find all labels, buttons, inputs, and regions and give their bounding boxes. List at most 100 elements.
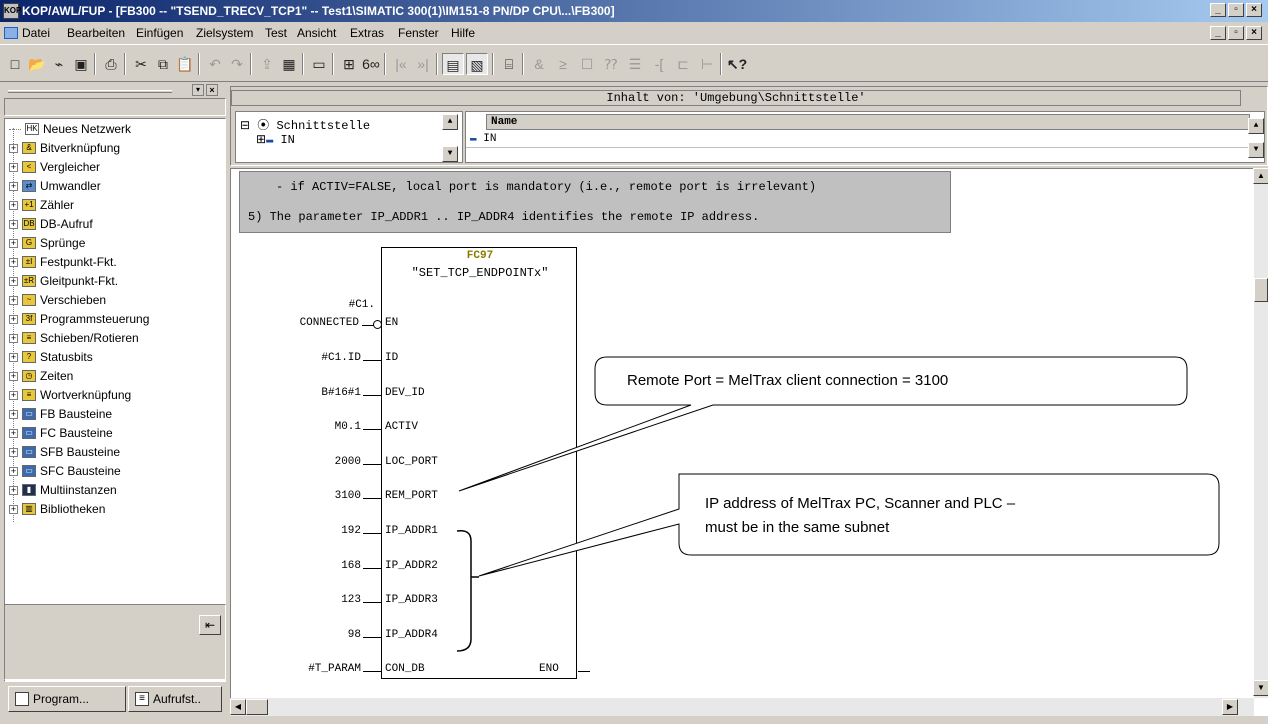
menu-datei[interactable]: Datei bbox=[22, 26, 50, 40]
tree-item-fc-bausteine[interactable]: + ▭ FC Bausteine bbox=[9, 424, 113, 442]
expand-icon[interactable]: + bbox=[9, 314, 18, 324]
expand-icon[interactable]: + bbox=[9, 504, 18, 514]
expand-icon[interactable]: + bbox=[9, 409, 18, 419]
expand-icon[interactable]: + bbox=[9, 219, 18, 229]
expand-icon[interactable]: + bbox=[9, 390, 18, 400]
grid-scroll-down-button[interactable]: ▼ bbox=[1248, 142, 1264, 158]
menu-bearbeiten[interactable]: Bearbeiten bbox=[67, 26, 125, 40]
coil-icon[interactable]: -[ bbox=[648, 53, 670, 75]
redo-icon[interactable]: ↷ bbox=[226, 53, 248, 75]
hscroll-thumb[interactable] bbox=[246, 699, 268, 715]
panel-search-box[interactable] bbox=[4, 98, 226, 116]
expand-icon[interactable]: + bbox=[9, 238, 18, 248]
branch-icon[interactable]: ⁇ bbox=[600, 53, 622, 75]
cut-icon[interactable]: ✂ bbox=[130, 53, 152, 75]
tree-node-schnittstelle[interactable]: ⊟ ⦿ Schnittstelle bbox=[240, 116, 370, 133]
scroll-right-arrow[interactable]: ▶ bbox=[1222, 699, 1238, 715]
expand-icon[interactable]: + bbox=[9, 162, 18, 172]
tree-item-verschieben[interactable]: + ~ Verschieben bbox=[9, 291, 106, 309]
tree-item-gleitpunkt[interactable]: + ±R Gleitpunkt-Fkt. bbox=[9, 272, 118, 290]
tree-item-vergleicher[interactable]: + < Vergleicher bbox=[9, 158, 100, 176]
tab-call-structure[interactable]: ≡ Aufrufst.. bbox=[128, 686, 222, 712]
prev-network-icon[interactable]: |« bbox=[390, 53, 412, 75]
horizontal-scrollbar[interactable]: ◀ ▶ bbox=[230, 698, 1254, 716]
network-icon[interactable]: ⌸ bbox=[498, 53, 520, 75]
open-branch-icon[interactable]: ☰ bbox=[624, 53, 646, 75]
tree-item-wortverknuepfung[interactable]: + ≡ Wortverknüpfung bbox=[9, 386, 131, 404]
monitor-icon[interactable]: ⊞ bbox=[338, 53, 360, 75]
details-icon[interactable]: ▧ bbox=[466, 53, 488, 75]
expand-icon[interactable]: + bbox=[9, 181, 18, 191]
code-editor[interactable]: - if ACTIV=FALSE, local port is mandator… bbox=[230, 168, 1268, 716]
menu-test[interactable]: Test bbox=[265, 26, 287, 40]
tree-item-zaehler[interactable]: + +1 Zähler bbox=[9, 196, 74, 214]
tree-item-bibliotheken[interactable]: + ▥ Bibliotheken bbox=[9, 500, 105, 518]
and-box-icon[interactable]: & bbox=[528, 53, 550, 75]
info-toggle-button[interactable]: ⇤ bbox=[199, 615, 221, 635]
doc-minimize-button[interactable]: _ bbox=[1210, 26, 1226, 40]
minimize-button[interactable]: _ bbox=[1210, 3, 1226, 17]
scroll-down-arrow[interactable]: ▼ bbox=[1253, 680, 1268, 696]
expand-icon[interactable]: + bbox=[9, 371, 18, 381]
new-icon[interactable]: □ bbox=[4, 53, 26, 75]
paste-icon[interactable]: 📋 bbox=[174, 53, 196, 75]
app-icon[interactable]: KOP bbox=[3, 3, 21, 19]
print-icon[interactable]: ⎙ bbox=[100, 53, 122, 75]
expand-icon[interactable]: + bbox=[9, 200, 18, 210]
vertical-scrollbar[interactable]: ▲ ▼ bbox=[1253, 168, 1268, 698]
undo-icon[interactable]: ↶ bbox=[204, 53, 226, 75]
online-offline-icon[interactable]: ▭ bbox=[308, 53, 330, 75]
restore-button[interactable]: ▫ bbox=[1228, 3, 1244, 17]
expand-icon[interactable]: + bbox=[9, 143, 18, 153]
tree-item-programmsteuerung[interactable]: +3f Programmsteuerung bbox=[9, 310, 149, 328]
tree-item-festpunkt[interactable]: + ±I Festpunkt-Fkt. bbox=[9, 253, 117, 271]
tree-item-schieben-rotieren[interactable]: + ≡ Schieben/Rotieren bbox=[9, 329, 139, 347]
tree-item-multiinstanzen[interactable]: + ▮ Multiinstanzen bbox=[9, 481, 117, 499]
close-button[interactable]: × bbox=[1246, 3, 1262, 17]
menu-fenster[interactable]: Fenster bbox=[398, 26, 439, 40]
tree-item-sfb-bausteine[interactable]: + ▭ SFB Bausteine bbox=[9, 443, 120, 461]
expand-icon[interactable]: + bbox=[9, 447, 18, 457]
tree-item-umwandler[interactable]: + ⇄ Umwandler bbox=[9, 177, 101, 195]
tree-item-statusbits[interactable]: +? Statusbits bbox=[9, 348, 93, 366]
doc-close-button[interactable]: × bbox=[1246, 26, 1262, 40]
menu-ansicht[interactable]: Ansicht bbox=[297, 26, 336, 40]
help-icon[interactable]: ↖? bbox=[726, 53, 748, 75]
expand-icon[interactable]: + bbox=[9, 257, 18, 267]
tree-item-zeiten[interactable]: + ◷ Zeiten bbox=[9, 367, 73, 385]
save-icon[interactable]: ▣ bbox=[70, 53, 92, 75]
expand-icon[interactable]: + bbox=[9, 295, 18, 305]
expand-icon[interactable]: + bbox=[9, 276, 18, 286]
overview-icon[interactable]: ▤ bbox=[442, 53, 464, 75]
load-icon[interactable]: ⇪ bbox=[256, 53, 278, 75]
menu-zielsystem[interactable]: Zielsystem bbox=[196, 26, 253, 40]
panel-close-button[interactable]: × bbox=[206, 84, 218, 96]
tree-item-sfc-bausteine[interactable]: + ▭ SFC Bausteine bbox=[9, 462, 121, 480]
tree-item-fb-bausteine[interactable]: + ▭ FB Bausteine bbox=[9, 405, 112, 423]
expand-icon[interactable]: + bbox=[9, 352, 18, 362]
document-icon[interactable] bbox=[4, 27, 18, 39]
grid-row-in[interactable]: ▬ IN bbox=[466, 132, 1252, 148]
tree-item-spruenge[interactable]: + G Sprünge bbox=[9, 234, 85, 252]
accessible-nodes-icon[interactable]: ⌁ bbox=[48, 53, 70, 75]
empty-box-icon[interactable]: ☐ bbox=[576, 53, 598, 75]
tab-program-elements[interactable]: Program... bbox=[8, 686, 126, 712]
scroll-left-arrow[interactable]: ◀ bbox=[230, 699, 246, 715]
scroll-down-button[interactable]: ▼ bbox=[442, 146, 458, 162]
tree-item-db-aufruf[interactable]: + DB DB-Aufruf bbox=[9, 215, 93, 233]
scroll-thumb[interactable] bbox=[1254, 278, 1268, 302]
grid-scroll-up-button[interactable]: ▲ bbox=[1248, 118, 1264, 134]
panel-dock-button[interactable]: ▾ bbox=[192, 84, 204, 96]
menu-einfuegen[interactable]: Einfügen bbox=[136, 26, 183, 40]
or-box-icon[interactable]: ≥ bbox=[552, 53, 574, 75]
expand-icon[interactable]: + bbox=[9, 428, 18, 438]
menu-extras[interactable]: Extras bbox=[350, 26, 384, 40]
scroll-up-arrow[interactable]: ▲ bbox=[1253, 168, 1268, 184]
menu-hilfe[interactable]: Hilfe bbox=[451, 26, 475, 40]
glasses-icon[interactable]: 6∞ bbox=[360, 53, 382, 75]
expand-icon[interactable]: + bbox=[9, 466, 18, 476]
scroll-up-button[interactable]: ▲ bbox=[442, 114, 458, 130]
tree-item-bitverknuepfung[interactable]: + & Bitverknüpfung bbox=[9, 139, 120, 157]
connector-icon[interactable]: ⊢ bbox=[696, 53, 718, 75]
next-network-icon[interactable]: »| bbox=[412, 53, 434, 75]
